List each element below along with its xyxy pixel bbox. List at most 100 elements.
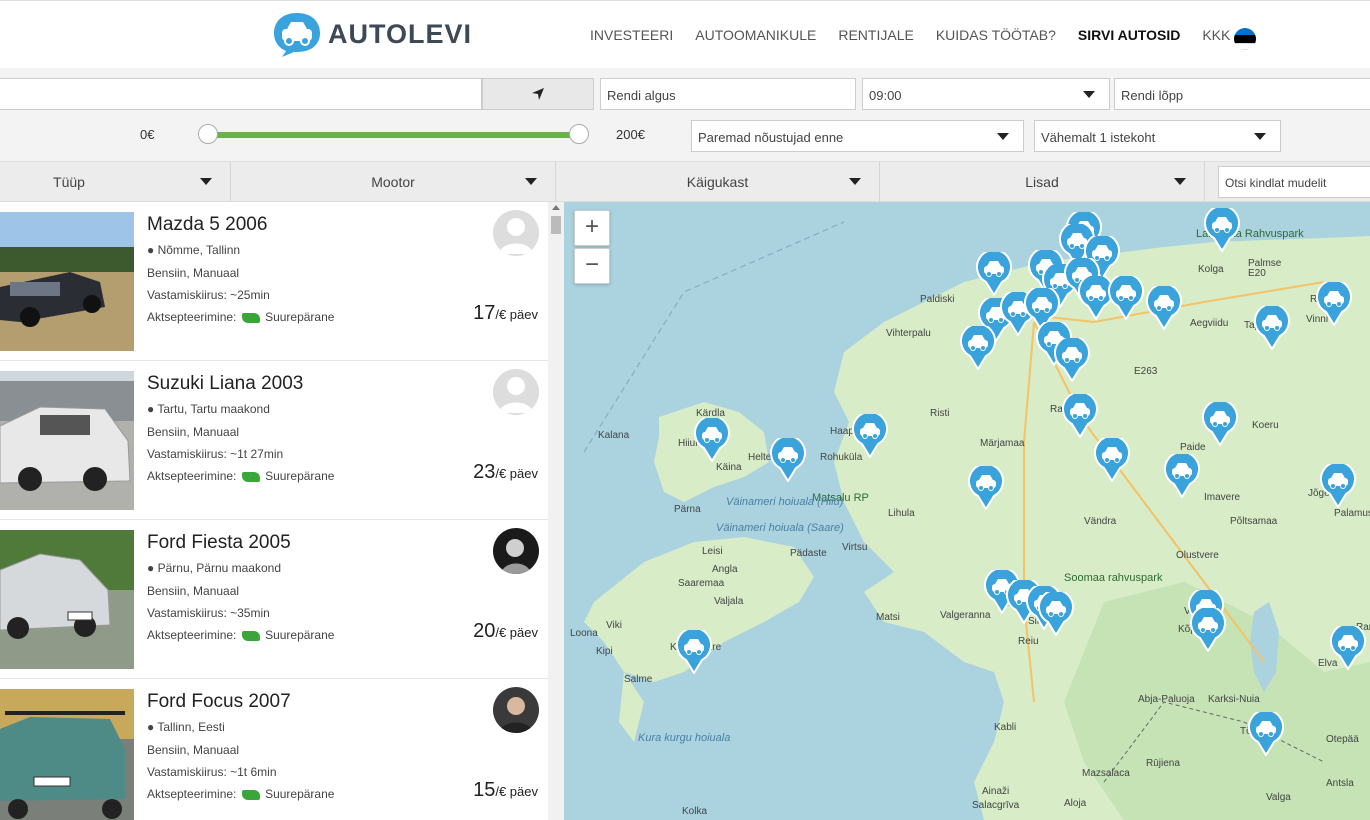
map-label: Reiu [1018,636,1039,647]
car-title[interactable]: Ford Fiesta 2005 [147,532,291,554]
map-label: Lihula [888,508,915,519]
owner-avatar[interactable] [493,369,539,415]
nav-rentijale[interactable]: RENTIJALE [838,27,913,43]
price-max-handle[interactable] [569,124,589,144]
filter-kaigukast[interactable]: Käigukast [556,162,880,202]
car-acceptance: Aktsepteerimine: Suurepärane [147,628,334,642]
car-pin-icon[interactable] [960,326,996,370]
car-price-value: 23 [473,461,496,483]
car-pin-icon[interactable] [968,466,1004,510]
sort-value: Paremad nõustujad enne [698,130,844,145]
map-label: Kipi [596,646,613,657]
location-input[interactable] [0,78,482,110]
car-pin-icon[interactable] [1164,454,1200,498]
car-pin-icon[interactable] [1202,402,1238,446]
car-pin-icon[interactable] [770,438,806,482]
car-card[interactable]: Ford Focus 2007 ● Tallinn, Eesti Bensiin… [0,679,548,820]
chevron-down-icon [997,133,1009,140]
car-photo[interactable] [0,530,134,669]
map-label: Matsi [876,612,900,623]
car-pin-icon[interactable] [1190,608,1226,652]
car-pin-icon[interactable] [1254,306,1290,350]
car-title[interactable]: Mazda 5 2006 [147,214,267,236]
car-acceptance-label: Aktsepteerimine: [147,310,237,324]
nav-kuidas-tootab[interactable]: KUIDAS TÖÖTAB? [936,27,1056,43]
car-pin-icon[interactable] [1248,712,1284,756]
map-label: Olustvere [1176,550,1219,561]
listing-scrollbar[interactable] [548,202,564,820]
car-pin-icon[interactable] [1038,592,1074,636]
nav-sirvi-autosid[interactable]: SIRVI AUTOSID [1078,27,1180,43]
price-min-label: 0€ [140,127,155,142]
car-photo[interactable] [0,689,134,820]
car-response: Vastamiskiirus: ~1t 6min [147,765,277,779]
owner-avatar[interactable] [493,528,539,574]
scrollbar-thumb[interactable] [551,216,561,234]
sort-select[interactable]: Paremad nõustujad enne [691,120,1024,152]
car-photo-image [0,371,134,510]
car-title[interactable]: Suzuki Liana 2003 [147,373,303,395]
map-label: Aloja [1064,798,1087,809]
rent-start-date[interactable]: Rendi algus [600,78,856,110]
map-label: Palamuse [1334,508,1370,519]
car-pin-icon[interactable] [1316,282,1352,326]
car-pin-icon[interactable] [1094,438,1130,482]
rent-start-time-select[interactable]: 09:00 [862,78,1110,110]
model-search-input[interactable]: Otsi kindlat mudelit [1218,166,1370,198]
map-label: E263 [1134,366,1158,377]
map-label: Valjala [714,596,744,607]
car-acceptance-value: Suurepärane [265,310,335,324]
car-pin-icon[interactable] [1054,338,1090,382]
price-min-handle[interactable] [198,124,218,144]
filter-mootor[interactable]: Mootor [231,162,556,202]
scroll-up-arrow-icon[interactable] [552,205,560,210]
zoom-out-button[interactable]: − [574,248,610,284]
car-photo[interactable] [0,371,134,510]
map-label: Karksi-Nuia [1208,694,1260,705]
car-price-value: 20 [473,620,496,642]
map-label: Kalana [598,430,630,441]
map-label: Kolka [682,806,708,817]
car-pin-icon[interactable] [1108,276,1144,320]
map-label: Ainaži [982,786,1010,797]
use-my-location-button[interactable] [482,78,594,110]
car-pin-icon[interactable] [1146,286,1182,330]
car-card[interactable]: Ford Fiesta 2005 ● Pärnu, Pärnu maakond … [0,520,548,679]
map-label: Leisi [702,546,723,557]
car-price-unit: /€ päev [495,625,538,640]
rent-end-date[interactable]: Rendi lõpp [1114,78,1370,110]
car-photo[interactable] [0,212,134,351]
filter-lisad-label: Lisad [1025,174,1059,190]
car-pin-icon[interactable] [676,630,712,674]
filter-mootor-label: Mootor [371,174,415,190]
car-pin-icon[interactable] [1062,394,1098,438]
car-card[interactable]: Mazda 5 2006 ● Nõmme, Tallinn Bensiin, M… [0,202,548,361]
car-pin-icon[interactable] [1330,626,1366,670]
filter-tuup[interactable]: Tüüp [0,162,231,202]
car-acceptance: Aktsepteerimine: Suurepärane [147,310,334,324]
car-pin-icon[interactable] [1204,208,1240,252]
brand-logo[interactable]: AUTOLEVI [272,11,472,57]
car-pin-icon[interactable] [1320,464,1356,508]
car-pin-icon[interactable] [852,414,888,458]
map-view[interactable]: + − Lahemaa Rahvuspark Paldiski Vihterpa… [564,202,1370,820]
car-card[interactable]: Suzuki Liana 2003 ● Tartu, Tartu maakond… [0,361,548,520]
zoom-in-button[interactable]: + [574,210,610,246]
car-title[interactable]: Ford Focus 2007 [147,691,291,713]
nav-autoomanikule[interactable]: AUTOOMANIKULE [695,27,816,43]
car-acceptance-value: Suurepärane [265,469,335,483]
price-range-track[interactable] [208,132,580,138]
seats-select[interactable]: Vähemalt 1 istekoht [1034,120,1281,152]
car-pin-icon[interactable] [976,252,1012,296]
owner-avatar[interactable] [493,687,539,733]
filter-lisad[interactable]: Lisad [880,162,1205,202]
owner-avatar[interactable] [493,210,539,256]
owner-photo [493,687,539,733]
nav-investeeri[interactable]: INVESTEERI [590,27,673,43]
map-label: Märjamaa [980,438,1025,449]
estonian-flag-icon[interactable] [1234,28,1256,50]
nav-kkk[interactable]: KKK [1202,27,1230,43]
map-label: Pädaste [790,548,827,559]
map-label: Valga [1266,792,1291,803]
car-pin-icon[interactable] [694,418,730,462]
